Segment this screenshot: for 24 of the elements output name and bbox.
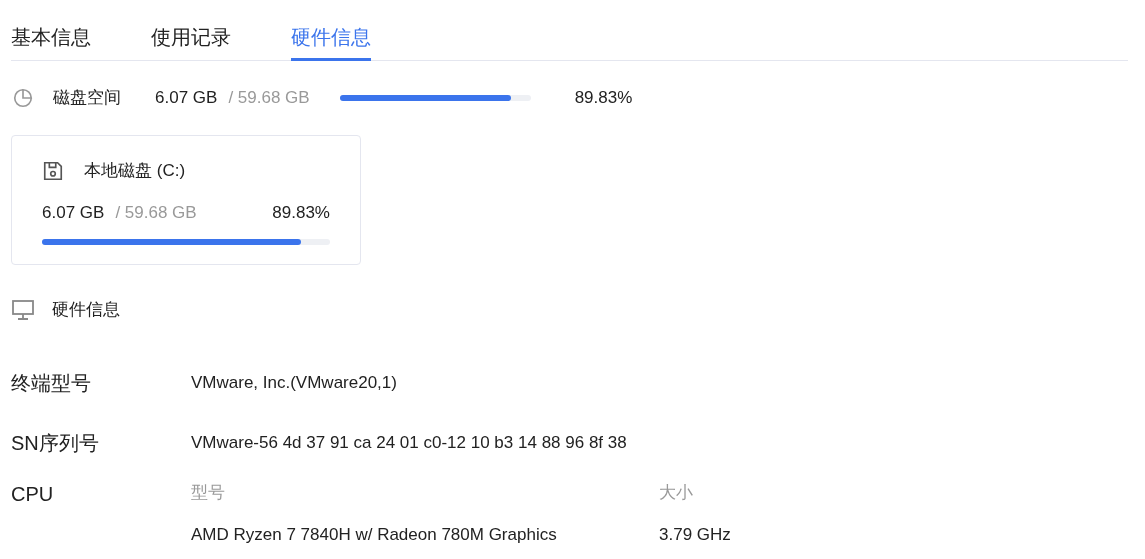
used-size: 6.07 GB	[42, 201, 105, 224]
total-size: / 59.68 GB	[115, 201, 197, 224]
table-cell-text: 3.79 GHz	[659, 523, 731, 546]
table-cell-text: AMD Ryzen 7 7840H w/ Radeon 780M Graphics	[191, 523, 558, 546]
disk-space-label: 磁盘空间	[53, 87, 122, 110]
field-value: VMware-56 4d 37 91 ca 24 01 c0-12 10 b3 14 88 96 8f 38	[191, 431, 627, 454]
monitor-icon	[11, 298, 35, 321]
disk-name: 本地磁盘 (C:)	[84, 160, 186, 182]
usage-percent: 89.83%	[574, 87, 633, 110]
total-size: / 59.68 GB	[228, 87, 310, 110]
column-header: 型号	[191, 481, 226, 504]
tab[interactable]: 硬件信息	[291, 0, 371, 61]
save-icon	[42, 159, 64, 182]
tab[interactable]: 使用记录	[151, 0, 231, 61]
field-label: SN序列号	[11, 430, 100, 456]
field-label: 终端型号	[11, 370, 92, 396]
tab[interactable]: 基本信息	[11, 0, 91, 61]
field-value: VMware, Inc.(VMware20,1)	[191, 371, 397, 394]
usage-percent: 89.83%	[272, 201, 330, 224]
used-size: 6.07 GB	[155, 87, 218, 110]
section-title: 硬件信息	[52, 299, 120, 321]
field-label: CPU	[11, 481, 55, 507]
pie-chart-icon	[12, 87, 34, 109]
column-header: 大小	[659, 481, 693, 504]
